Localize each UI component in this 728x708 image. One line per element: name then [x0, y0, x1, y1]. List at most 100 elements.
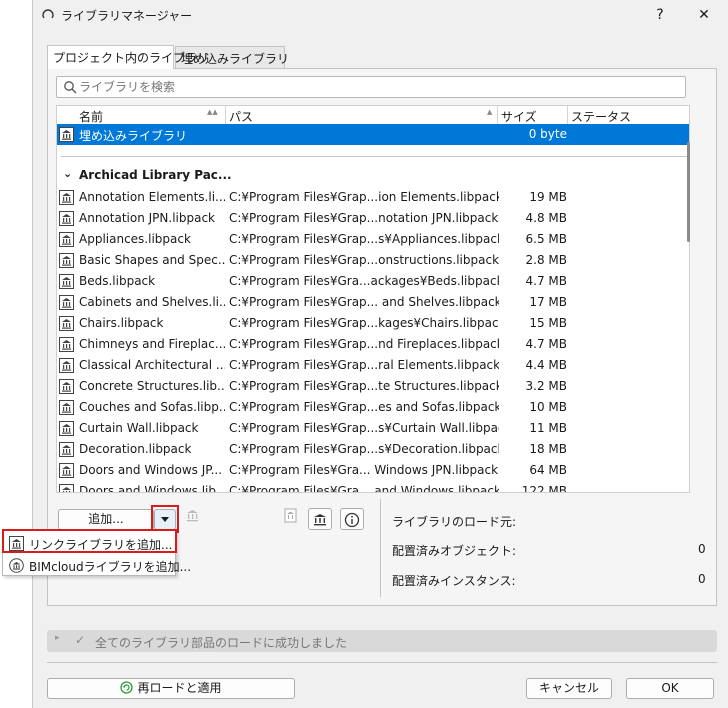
library-row[interactable]: Basic Shapes and Spec... C:¥Program Files… — [57, 250, 689, 271]
placed-objects-label: 配置済みオブジェクト: — [392, 544, 517, 558]
tab-project-libraries[interactable]: プロジェクト内のライブラリ — [47, 45, 209, 69]
embedded-library-row[interactable]: 埋め込みライブラリ 0 byte — [57, 124, 689, 145]
add-button[interactable]: 追加... — [58, 509, 154, 530]
library-row[interactable]: Annotation Elements.li... C:¥Program File… — [57, 187, 689, 208]
library-row[interactable]: Concrete Structures.lib... C:¥Program Fil… — [57, 376, 689, 397]
reload-apply-button[interactable]: 再ロードと適用 — [47, 678, 295, 699]
search-icon — [64, 81, 77, 94]
placed-instances-value: 0 — [698, 572, 706, 586]
sort-icon: ▲▲ — [207, 108, 218, 116]
row-size: 3.2 MB — [525, 379, 567, 393]
row-size: 4.7 MB — [525, 337, 567, 351]
group-header[interactable]: ⌄ Archicad Library Pac... — [57, 165, 689, 187]
chevron-down-icon[interactable]: ⌄ — [63, 167, 72, 180]
close-button[interactable]: ✕ — [689, 4, 719, 26]
menu-item-add-bimcloud-library[interactable]: BIMcloudライブラリを追加... — [5, 555, 191, 575]
list-header: 名前 ▲▲ パス ▲ サイズ ステータス — [57, 106, 689, 124]
library-icon — [59, 232, 74, 247]
column-path[interactable]: パス — [229, 108, 253, 125]
library-icon — [59, 421, 74, 436]
search-box[interactable] — [56, 76, 686, 98]
group-label: Archicad Library Pac... — [79, 168, 232, 182]
library-row[interactable]: Curtain Wall.libpack C:¥Program Files¥Gra… — [57, 418, 689, 439]
scrollbar-thumb[interactable] — [687, 142, 690, 242]
library-icon — [59, 127, 74, 142]
library-file-icon[interactable] — [278, 508, 302, 530]
row-path: C:¥Program Files¥Grap...kages¥Chairs.lib… — [229, 316, 499, 330]
library-icon — [59, 379, 74, 394]
row-path: C:¥Program Files¥Gra... Windows JPN.libp… — [229, 463, 499, 477]
library-row[interactable]: Cabinets and Shelves.li... C:¥Program Fil… — [57, 292, 689, 313]
row-path: C:¥Program Files¥Gra... and Windows.libp… — [229, 484, 499, 493]
row-name: Annotation JPN.libpack — [79, 211, 215, 225]
row-name: Chairs.libpack — [79, 316, 164, 330]
help-button[interactable]: ? — [645, 4, 675, 26]
bimcloud-library-icon — [9, 558, 24, 573]
library-icon — [59, 400, 74, 415]
row-size: 4.7 MB — [525, 274, 567, 288]
column-status[interactable]: ステータス — [571, 108, 631, 125]
column-separator — [497, 106, 498, 124]
library-panel: 名前 ▲▲ パス ▲ サイズ ステータス 埋め込みライブラリ 0 byte — [47, 68, 717, 606]
ok-button[interactable]: OK — [626, 678, 714, 699]
library-row[interactable]: Appliances.libpack C:¥Program Files¥Grap.… — [57, 229, 689, 250]
library-row[interactable]: Decoration.libpack C:¥Program Files¥Grap.… — [57, 439, 689, 460]
scrollbar[interactable] — [684, 105, 694, 493]
library-row[interactable]: Classical Architectural ... C:¥Program Fi… — [57, 355, 689, 376]
info-icon[interactable] — [340, 508, 364, 530]
row-name: Annotation Elements.li... — [79, 190, 225, 204]
remove-library-icon[interactable] — [180, 508, 204, 530]
column-size[interactable]: サイズ — [501, 108, 537, 125]
cancel-button[interactable]: キャンセル — [526, 678, 612, 699]
column-separator — [567, 106, 568, 124]
library-row[interactable]: Beds.libpack C:¥Program Files¥Gra...ackag… — [57, 271, 689, 292]
row-name: Appliances.libpack — [79, 232, 191, 246]
list-divider — [61, 156, 687, 157]
library-row[interactable]: Chimneys and Fireplac... C:¥Program Files… — [57, 334, 689, 355]
row-path: C:¥Program Files¥Grap...ral Elements.lib… — [229, 358, 499, 372]
status-bar: ▸ ✓ 全てのライブラリ部品のロードに成功しました — [47, 630, 717, 652]
row-size: 4.4 MB — [525, 358, 567, 372]
expand-arrow-icon[interactable]: ▸ — [55, 633, 60, 643]
library-row[interactable]: Annotation JPN.libpack C:¥Program Files¥G… — [57, 208, 689, 229]
library-row[interactable]: Doors and Windows.lib... C:¥Program Files… — [57, 481, 689, 493]
row-size: 10 MB — [529, 400, 567, 414]
checkmark-icon: ✓ — [75, 633, 86, 647]
library-icon — [59, 274, 74, 289]
row-name: Beds.libpack — [79, 274, 156, 288]
row-size: 17 MB — [529, 295, 567, 309]
vertical-divider — [380, 499, 381, 597]
library-row[interactable]: Doors and Windows JP... C:¥Program Files¥… — [57, 460, 689, 481]
library-icon — [59, 337, 74, 352]
sort-icon: ▲ — [487, 108, 493, 116]
row-name: 埋め込みライブラリ — [79, 129, 188, 143]
row-name: Curtain Wall.libpack — [79, 421, 199, 435]
row-size: 11 MB — [529, 421, 567, 435]
row-name: Couches and Sofas.libp... — [79, 400, 225, 414]
loading-icon — [42, 9, 54, 19]
row-path: C:¥Program Files¥Grap...s¥Decoration.lib… — [229, 442, 499, 456]
library-settings-icon[interactable] — [308, 508, 332, 530]
row-path: C:¥Program Files¥Grap...notation JPN.lib… — [229, 211, 499, 225]
library-row[interactable]: Chairs.libpack C:¥Program Files¥Grap...ka… — [57, 313, 689, 334]
library-icon — [59, 484, 74, 492]
horizontal-divider — [47, 662, 717, 663]
library-icon — [59, 190, 74, 205]
library-manager-dialog: ライブラリマネージャー ? ✕ プロジェクト内のライブラリ 埋め込みライブラリ … — [32, 0, 728, 708]
highlight-frame — [2, 529, 177, 553]
row-name: Basic Shapes and Spec... — [79, 253, 225, 267]
library-icon — [59, 442, 74, 457]
row-size: 2.8 MB — [525, 253, 567, 267]
search-input[interactable] — [79, 77, 679, 97]
library-icon — [59, 253, 74, 268]
column-name[interactable]: 名前 — [79, 108, 103, 125]
placed-objects-value: 0 — [698, 542, 706, 556]
row-path: C:¥Program Files¥Grap...es and Sofas.lib… — [229, 400, 499, 414]
row-size: 4.8 MB — [525, 211, 567, 225]
row-path: C:¥Program Files¥Grap...s¥Appliances.lib… — [229, 232, 499, 246]
row-name: Doors and Windows JP... — [79, 463, 223, 477]
library-row[interactable]: Couches and Sofas.libp... C:¥Program File… — [57, 397, 689, 418]
row-name: Classical Architectural ... — [79, 358, 225, 372]
row-path: C:¥Program Files¥Grap... and Shelves.lib… — [229, 295, 499, 309]
row-path: C:¥Program Files¥Grap...s¥Curtain Wall.l… — [229, 421, 499, 435]
